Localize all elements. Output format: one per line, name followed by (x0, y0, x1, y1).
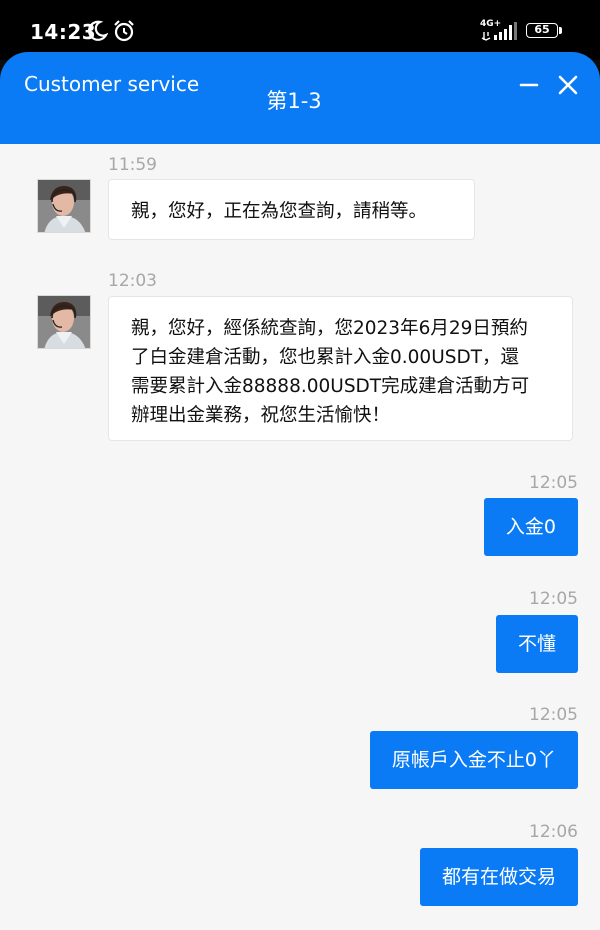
moon-icon (88, 20, 108, 41)
message-text: 都有在做交易 (441, 866, 556, 888)
header-subtitle-text: 第1-3 (266, 89, 322, 113)
message-time: 12:03 (108, 271, 157, 291)
message-text: 入金0 (505, 516, 556, 538)
user-message-bubble: 都有在做交易 (419, 848, 578, 906)
message-time: 12:05 (529, 473, 578, 493)
message-line: 辦理出金業務，祝您生活愉快！ (131, 405, 391, 426)
signal-icon (481, 22, 517, 41)
user-message-bubble: 入金0 (483, 498, 578, 556)
chat-area[interactable]: 11:59 親，您好，正在為您查詢，請稍等。 12:03 親，您好，經係統查詢，… (0, 144, 600, 930)
user-message-bubble: 不懂 (495, 615, 578, 673)
minimize-icon[interactable] (516, 72, 542, 98)
message-time: 11:59 (108, 155, 157, 175)
message-time: 12:06 (529, 822, 578, 842)
message-time: 12:05 (529, 589, 578, 609)
agent-avatar (37, 295, 91, 349)
agent-avatar (37, 179, 91, 233)
message-line: 了白金建倉活動，您也累計入金0.00USDT，還 (131, 347, 520, 368)
header-subtitle: 第1-3 (0, 85, 600, 115)
message-time: 12:05 (529, 705, 578, 725)
user-message-bubble: 原帳戶入金不止0丫 (369, 731, 578, 789)
message-text: 原帳戶入金不止0丫 (391, 749, 556, 771)
agent-message-bubble: 親，您好，正在為您查詢，請稍等。 (108, 179, 475, 240)
agent-message-bubble: 親，您好，經係統查詢，您2023年6月29日預約 了白金建倉活動，您也累計入金0… (108, 296, 573, 441)
chat-header: Customer service 第1-3 (0, 52, 600, 144)
close-icon[interactable] (555, 72, 581, 98)
alarm-icon (114, 20, 134, 42)
message-text: 不懂 (517, 633, 556, 655)
message-line: 親，您好，經係統查詢，您2023年6月29日預約 (131, 318, 528, 339)
message-line: 需要累計入金88888.00USDT完成建倉活動方可 (131, 376, 530, 397)
battery-icon: 65 (526, 23, 558, 38)
status-bar: 14:23 4G+ 65 (0, 0, 600, 60)
message-text: 親，您好，正在為您查詢，請稍等。 (131, 201, 428, 222)
battery-tip (559, 27, 562, 34)
